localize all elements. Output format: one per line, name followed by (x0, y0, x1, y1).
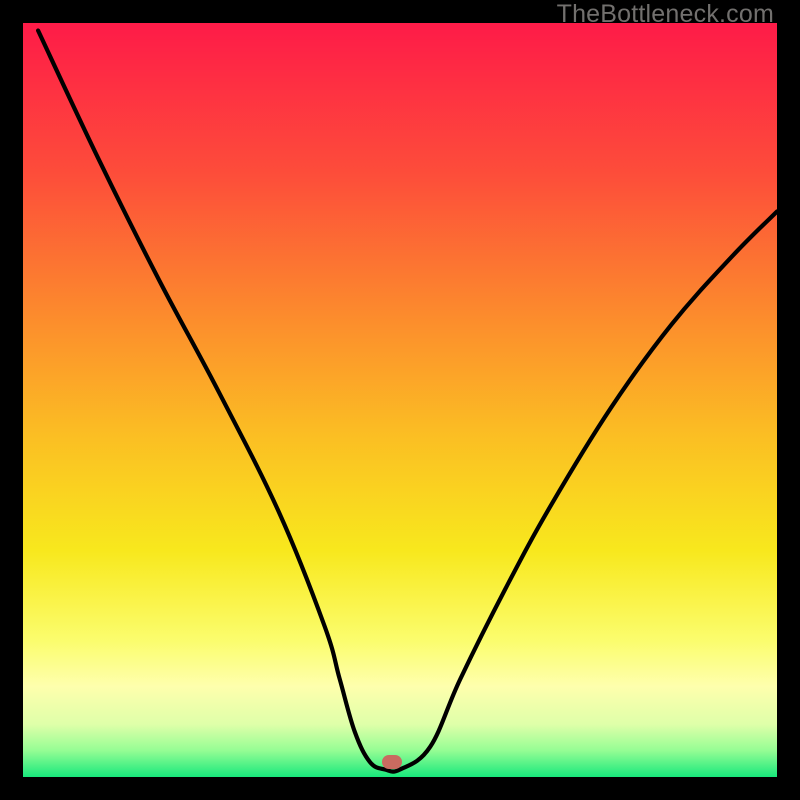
chart-curve (23, 23, 777, 777)
chart-minimum-marker (382, 755, 402, 769)
watermark-label: TheBottleneck.com (557, 0, 774, 29)
chart-frame (23, 23, 777, 777)
